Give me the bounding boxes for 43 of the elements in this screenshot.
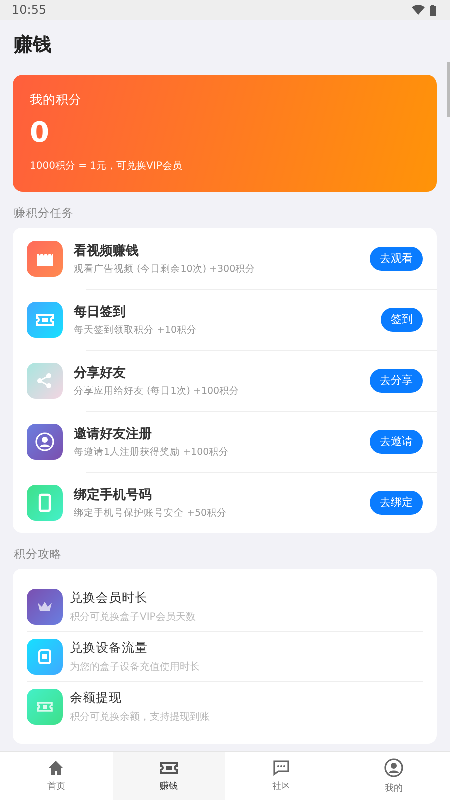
section-heading: 积分攻略 [14, 547, 63, 562]
task-description: 绑定手机号保护账号安全 +50积分 [74, 506, 228, 520]
task-title: 看视频赚钱 [74, 242, 140, 260]
task-description: 观看广告视频 (今日剩余10次) +300积分 [74, 262, 257, 276]
task-title: 分享好友 [74, 364, 127, 382]
task-title: 每日签到 [74, 304, 127, 320]
wifi-icon [412, 5, 425, 15]
battery-icon [430, 4, 436, 16]
guide-title: 兑换设备流量 [70, 640, 149, 656]
device-icon [38, 648, 52, 664]
task-button[interactable]: 去观看 [370, 246, 423, 270]
guide-title: 余额提现 [70, 690, 123, 706]
guide-description: 积分可兑换余额，支持提现到账 [70, 710, 211, 724]
task-button[interactable]: 去邀请 [370, 430, 423, 454]
phone-icon [38, 492, 52, 512]
task-description: 每邀请1人注册获得奖励 +100积分 [74, 446, 230, 458]
task-title: 绑定手机号码 [74, 486, 153, 504]
ticket-icon [35, 312, 55, 328]
page-title: 赚钱 [14, 33, 53, 58]
guide-description: 积分可兑换盒子VIP会员天数 [70, 610, 197, 624]
person-icon [35, 432, 55, 452]
task-button[interactable]: 签到 [381, 308, 423, 332]
section-heading: 赚积分任务 [14, 206, 75, 221]
task-title: 邀请好友注册 [74, 426, 153, 442]
points-note: 1000积分 = 1元，可兑换VIP会员 [30, 160, 184, 173]
person-icon [384, 758, 404, 778]
crown-icon [37, 600, 53, 614]
task-description: 分享应用给好友 (每日1次) +100积分 [74, 384, 241, 398]
task-button[interactable]: 去分享 [370, 368, 423, 392]
points-value: 0 [30, 115, 50, 151]
tab-bar-item[interactable]: 赚钱 [112, 752, 225, 800]
share-icon [36, 372, 54, 390]
scrollbar [447, 62, 450, 117]
status-time: 10:55 [12, 3, 47, 17]
guide-description: 为您的盒子设备充值使用时长 [70, 660, 201, 674]
chat-icon [272, 760, 290, 776]
guide-title: 兑换会员时长 [70, 590, 149, 606]
cash-icon [36, 700, 54, 714]
points-label: 我的积分 [30, 92, 83, 109]
task-description: 每天签到领取积分 +10积分 [74, 324, 198, 336]
home-icon [48, 760, 64, 776]
ticket-icon [158, 760, 179, 776]
task-button[interactable]: 去绑定 [370, 490, 423, 514]
